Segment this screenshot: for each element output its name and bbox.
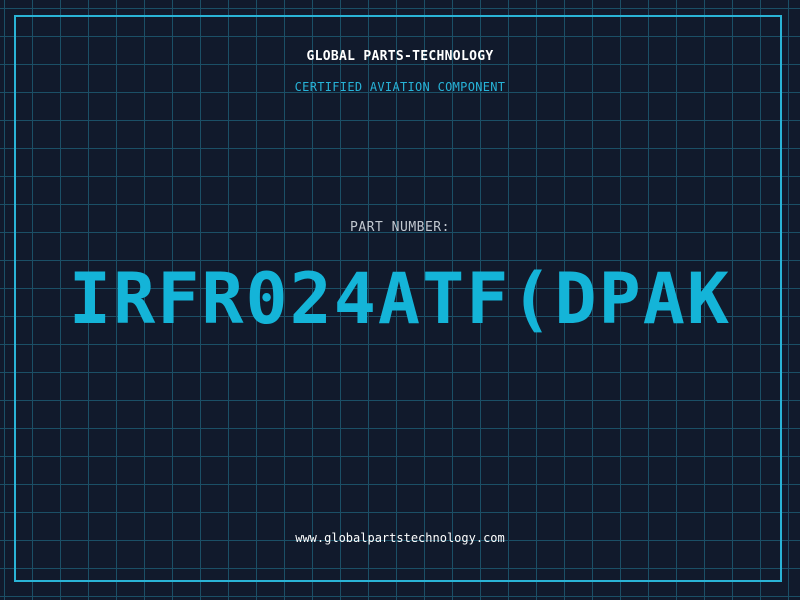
tagline: CERTIFIED AVIATION COMPONENT [294, 80, 506, 94]
part-number-value: IRFR024ATF(DPAK [68, 258, 732, 340]
company-name: GLOBAL PARTS-TECHNOLOGY [306, 49, 494, 64]
part-number-label: PART NUMBER: [350, 220, 450, 235]
part-label-card: GLOBAL PARTS-TECHNOLOGY CERTIFIED AVIATI… [0, 0, 800, 600]
website-url: www.globalpartstechnology.com [295, 531, 505, 545]
